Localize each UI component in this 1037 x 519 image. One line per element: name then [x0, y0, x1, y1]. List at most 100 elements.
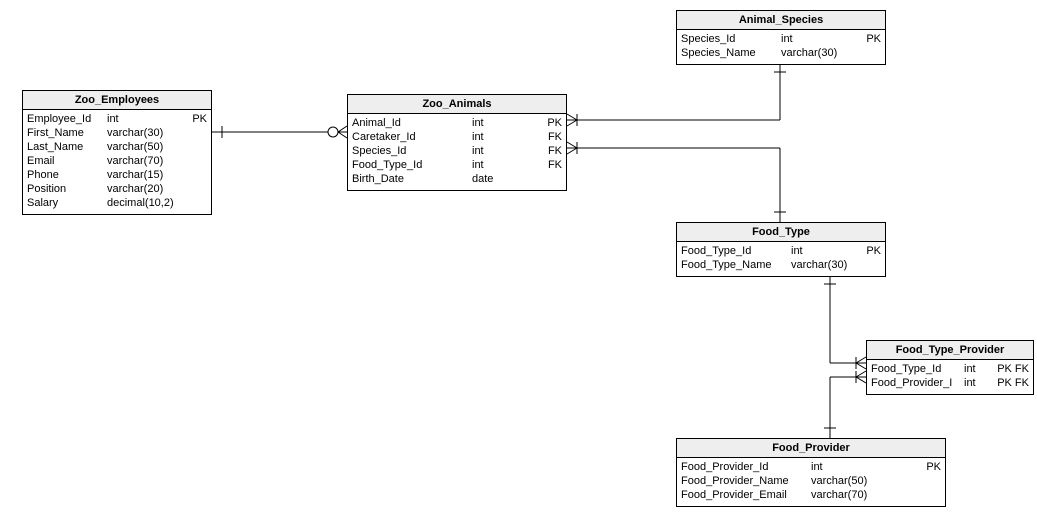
column-type: decimal(10,2) [107, 196, 187, 210]
column-row: Positionvarchar(20) [27, 182, 207, 196]
column-type: varchar(50) [811, 474, 911, 488]
column-key [911, 474, 941, 488]
column-name: Species_Id [681, 32, 781, 46]
column-name: Species_Name [681, 46, 781, 60]
column-row: Food_Type_Namevarchar(30) [681, 258, 881, 272]
column-type: varchar(70) [811, 488, 911, 502]
column-name: Employee_Id [27, 112, 107, 126]
column-key [187, 168, 207, 182]
column-key [861, 46, 881, 60]
rel-foodtype-animals [567, 142, 786, 222]
column-name: Food_Type_Name [681, 258, 791, 272]
column-name: Birth_Date [352, 172, 472, 186]
rel-foodtype-ftp [824, 274, 866, 369]
column-type: varchar(30) [107, 126, 187, 140]
entity-food_type_provider: Food_Type_ProviderFood_Type_IdintPK FKFo… [866, 340, 1034, 395]
column-row: Last_Namevarchar(50) [27, 140, 207, 154]
column-type: varchar(20) [107, 182, 187, 196]
rel-species-animals [567, 62, 786, 126]
column-name: Email [27, 154, 107, 168]
column-type: int [964, 362, 984, 376]
column-key: PK [861, 244, 881, 258]
column-name: Food_Provider_Id [681, 460, 811, 474]
entity-zoo_employees: Zoo_EmployeesEmployee_IdintPKFirst_Namev… [22, 90, 212, 215]
column-name: Last_Name [27, 140, 107, 154]
column-row: Species_Namevarchar(30) [681, 46, 881, 60]
column-row: Food_Type_IdintPK [681, 244, 881, 258]
column-key: PK [187, 112, 207, 126]
column-key [187, 154, 207, 168]
entity-food_provider: Food_ProviderFood_Provider_IdintPKFood_P… [676, 438, 946, 507]
column-row: Food_Type_IdintFK [352, 158, 562, 172]
entity-columns: Food_Provider_IdintPKFood_Provider_Namev… [677, 458, 945, 506]
column-row: Food_Provider_Namevarchar(50) [681, 474, 941, 488]
column-row: Food_Type_IdintPK FK [871, 362, 1029, 376]
column-name: Food_Type_Id [681, 244, 791, 258]
entity-title: Food_Provider [677, 439, 945, 458]
column-name: Animal_Id [352, 116, 472, 130]
column-row: Emailvarchar(70) [27, 154, 207, 168]
column-name: Salary [27, 196, 107, 210]
column-key [187, 196, 207, 210]
entity-food_type: Food_TypeFood_Type_IdintPKFood_Type_Name… [676, 222, 886, 277]
column-name: Food_Type_Id [871, 362, 964, 376]
entity-title: Animal_Species [677, 11, 885, 30]
entity-animal_species: Animal_SpeciesSpecies_IdintPKSpecies_Nam… [676, 10, 886, 65]
column-name: Position [27, 182, 107, 196]
column-key: PK [861, 32, 881, 46]
entity-columns: Animal_IdintPKCaretaker_IdintFKSpecies_I… [348, 114, 566, 190]
column-row: First_Namevarchar(30) [27, 126, 207, 140]
column-type: int [472, 158, 522, 172]
column-type: int [791, 244, 861, 258]
column-key [861, 258, 881, 272]
column-row: Species_IdintPK [681, 32, 881, 46]
entity-zoo_animals: Zoo_AnimalsAnimal_IdintPKCaretaker_Idint… [347, 94, 567, 191]
column-row: Food_Provider_Emailvarchar(70) [681, 488, 941, 502]
column-type: int [472, 130, 522, 144]
entity-title: Zoo_Employees [23, 91, 211, 110]
column-row: Phonevarchar(15) [27, 168, 207, 182]
entity-title: Zoo_Animals [348, 95, 566, 114]
column-name: Food_Provider_I [871, 376, 964, 390]
column-key: PK [522, 116, 562, 130]
column-name: Phone [27, 168, 107, 182]
column-key [187, 126, 207, 140]
column-row: Salarydecimal(10,2) [27, 196, 207, 210]
column-key [522, 172, 562, 186]
column-key: FK [522, 144, 562, 158]
column-type: varchar(50) [107, 140, 187, 154]
column-name: Species_Id [352, 144, 472, 158]
column-name: Food_Type_Id [352, 158, 472, 172]
column-type: int [472, 116, 522, 130]
column-row: Caretaker_IdintFK [352, 130, 562, 144]
column-key: PK FK [984, 362, 1029, 376]
column-key: FK [522, 130, 562, 144]
column-name: Caretaker_Id [352, 130, 472, 144]
entity-title: Food_Type_Provider [867, 341, 1033, 360]
column-type: date [472, 172, 522, 186]
entity-columns: Employee_IdintPKFirst_Namevarchar(30)Las… [23, 110, 211, 214]
entity-columns: Food_Type_IdintPK FKFood_Provider_IintPK… [867, 360, 1033, 394]
entity-title: Food_Type [677, 223, 885, 242]
column-type: int [107, 112, 187, 126]
column-key: FK [522, 158, 562, 172]
column-row: Birth_Datedate [352, 172, 562, 186]
column-type: varchar(30) [781, 46, 861, 60]
column-type: int [472, 144, 522, 158]
rel-employees-animals [212, 126, 347, 138]
column-name: Food_Provider_Name [681, 474, 811, 488]
column-key [187, 140, 207, 154]
rel-foodprovider-ftp [824, 371, 866, 438]
column-name: Food_Provider_Email [681, 488, 811, 502]
column-row: Food_Provider_IintPK FK [871, 376, 1029, 390]
column-type: int [964, 376, 984, 390]
column-key: PK [911, 460, 941, 474]
column-row: Food_Provider_IdintPK [681, 460, 941, 474]
column-name: First_Name [27, 126, 107, 140]
column-type: int [811, 460, 911, 474]
column-row: Animal_IdintPK [352, 116, 562, 130]
entity-columns: Species_IdintPKSpecies_Namevarchar(30) [677, 30, 885, 64]
column-type: varchar(15) [107, 168, 187, 182]
column-type: int [781, 32, 861, 46]
column-row: Species_IdintFK [352, 144, 562, 158]
